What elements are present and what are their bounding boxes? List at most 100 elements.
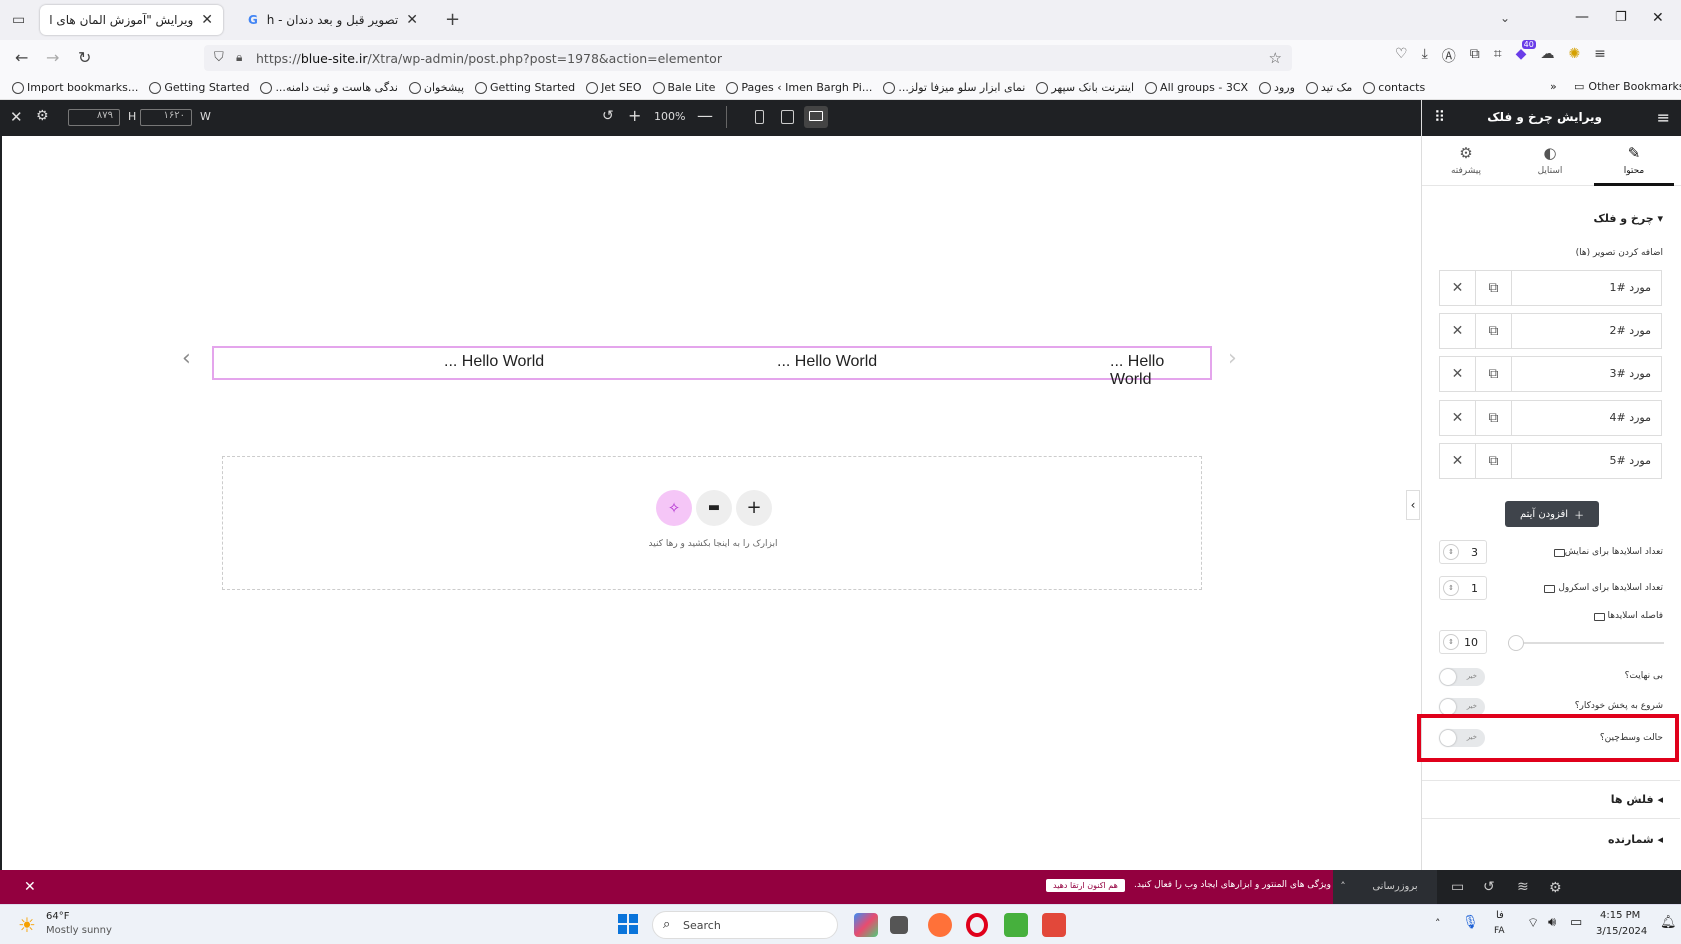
infinite-toggle[interactable]: خیر (1439, 668, 1485, 686)
section-carousel[interactable]: ▾ چرخ و فلک (1593, 212, 1663, 225)
chevron-down-icon[interactable]: ⌄ (1500, 11, 1510, 25)
spacing-slider-handle[interactable] (1508, 635, 1524, 651)
repeater-item[interactable]: ✕ ⧉ مورد #4 (1439, 400, 1662, 436)
copilot-icon[interactable] (854, 913, 878, 937)
tab-search[interactable]: ✕ تصویر قبل و بعد دندان - Search G (238, 5, 428, 35)
tab-style[interactable]: ◐ استایل (1510, 144, 1590, 176)
new-tab-icon[interactable]: + (445, 9, 460, 30)
language-top[interactable]: فا (1496, 910, 1504, 921)
template-folder-icon[interactable]: ▬ (696, 490, 732, 526)
close-editor-icon[interactable]: ✕ (10, 108, 23, 126)
back-icon[interactable]: ← (15, 48, 28, 67)
remove-item-icon[interactable]: ✕ (1440, 314, 1476, 348)
shield-icon[interactable]: ⛉ (214, 50, 224, 65)
repeater-item[interactable]: ✕ ⧉ مورد #5 (1439, 443, 1662, 479)
taskbar-search[interactable]: ⌕ Search (652, 911, 838, 939)
menu-icon[interactable]: ≡ (1594, 46, 1606, 66)
bookmark-item[interactable]: Bale Lite (652, 81, 715, 94)
file-explorer-icon[interactable] (890, 916, 908, 934)
remove-item-icon[interactable]: ✕ (1440, 271, 1476, 305)
spinner-icon[interactable]: ⇕ (1443, 544, 1459, 560)
settings-icon[interactable]: ⚙ (36, 108, 49, 124)
firefox-icon[interactable] (928, 913, 952, 937)
camtasia-icon[interactable] (1004, 913, 1028, 937)
tab-content[interactable]: ✎ محتوا (1594, 144, 1674, 186)
bookmark-item[interactable]: اینترنت بانک سپهر (1036, 81, 1134, 94)
bookmark-item[interactable]: contacts (1363, 81, 1425, 94)
hamburger-menu-icon[interactable]: ≡ (1657, 108, 1670, 127)
tablet-view-icon[interactable] (781, 110, 794, 124)
duplicate-item-icon[interactable]: ⧉ (1476, 314, 1512, 348)
carousel-widget[interactable]: ... Hello World ... Hello World ... Hell… (212, 346, 1212, 388)
ai-sparkle-icon[interactable]: ✧ (656, 490, 692, 526)
microphone-icon[interactable]: 🎙︎ (1462, 915, 1479, 930)
duplicate-item-icon[interactable]: ⧉ (1476, 444, 1512, 478)
reload-icon[interactable]: ↻ (78, 48, 91, 67)
minimize-icon[interactable]: — (1575, 9, 1589, 25)
upgrade-button[interactable]: هم اکنون ارتقا دهید (1046, 879, 1125, 892)
repeater-item[interactable]: ✕ ⧉ مورد #1 (1439, 270, 1662, 306)
width-input[interactable]: ۱۶۲۰ (140, 109, 192, 126)
section-arrows[interactable]: ◂ فلش ها (1611, 793, 1663, 806)
address-bar[interactable]: ⛉ 🔒︎ https://blue-site.ir/Xtra/wp-admin/… (204, 45, 1292, 71)
duplicate-item-icon[interactable]: ⧉ (1476, 401, 1512, 435)
tab-elementor-edit[interactable]: ✕ ویرایش "آموزش المان های اکسترا – ا (40, 5, 223, 35)
duplicate-item-icon[interactable]: ⧉ (1476, 271, 1512, 305)
reset-zoom-icon[interactable]: ↺ (602, 108, 614, 124)
spacing-input[interactable]: ⇕ 10 (1439, 630, 1487, 654)
repeater-item[interactable]: ✕ ⧉ مورد #3 (1439, 356, 1662, 392)
close-tab-icon[interactable]: ✕ (406, 12, 418, 28)
empty-section-dropzone[interactable]: ✧ ▬ + ابزارک را به اینجا بکشید و رها کنی… (222, 456, 1202, 590)
close-window-icon[interactable]: ✕ (1652, 10, 1664, 26)
zoom-out-icon[interactable]: — (697, 106, 713, 125)
add-item-button[interactable]: ＋ افزودن آیتم (1505, 501, 1599, 527)
responsive-monitor-icon[interactable] (1544, 585, 1555, 593)
weather-sun-icon[interactable]: ☀ (18, 913, 36, 937)
history-icon[interactable]: ↺ (1483, 879, 1495, 895)
slides-to-show-input[interactable]: ⇕ 3 (1439, 540, 1487, 564)
restore-icon[interactable]: ❐ (1615, 10, 1627, 25)
bookmark-item[interactable]: Getting Started (475, 81, 575, 94)
bookmark-item[interactable]: Pages ‹ Imen Bargh Pi... (726, 81, 872, 94)
remove-item-icon[interactable]: ✕ (1440, 444, 1476, 478)
account-icon[interactable]: Ⓐ (1442, 46, 1456, 66)
pocket-icon[interactable]: ♡ (1395, 46, 1408, 66)
layers-icon[interactable]: ≋ (1517, 879, 1529, 895)
carousel-next-arrow-icon[interactable]: › (1228, 346, 1237, 371)
update-button[interactable]: بروزرسانی (1353, 870, 1437, 904)
bookmark-item[interactable]: All groups - 3CX (1145, 81, 1248, 94)
collapse-panel-icon[interactable]: › (1406, 490, 1420, 520)
responsive-mode-icon[interactable]: ▭ (1451, 879, 1464, 895)
section-dots[interactable]: ◂ شمارنده (1608, 833, 1663, 846)
bookmark-item[interactable]: Getting Started (149, 81, 249, 94)
bookmark-item[interactable]: ...نمای ابزار سلو میزفا تولز (883, 81, 1025, 94)
lock-icon[interactable]: 🔒︎ (236, 50, 242, 65)
repeater-item[interactable]: ✕ ⧉ مورد #2 (1439, 313, 1662, 349)
spinner-icon[interactable]: ⇕ (1443, 634, 1459, 650)
update-options-chevron-icon[interactable]: ˄ (1333, 870, 1353, 904)
carousel-prev-arrow-icon[interactable]: ‹ (182, 346, 191, 371)
tab-advanced[interactable]: ⚙ پیشرفته (1426, 144, 1506, 176)
spinner-icon[interactable]: ⇕ (1443, 580, 1459, 596)
responsive-monitor-icon[interactable] (1554, 549, 1565, 557)
slides-to-scroll-input[interactable]: ⇕ 1 (1439, 576, 1487, 600)
remove-item-icon[interactable]: ✕ (1440, 357, 1476, 391)
bookmark-item[interactable]: Jet SEO (586, 81, 642, 94)
windows-start-icon[interactable] (618, 914, 638, 934)
extension-icon[interactable]: ⧉ (1470, 46, 1480, 66)
bookmarks-overflow-icon[interactable]: » (1550, 80, 1557, 93)
desktop-view-button[interactable] (804, 106, 828, 128)
bookmark-star-icon[interactable]: ☆ (1269, 49, 1282, 67)
extension-badge-icon[interactable]: ◆ 40 (1516, 40, 1536, 66)
bookmark-item[interactable]: پیشخوان (408, 81, 464, 94)
vpn-icon[interactable]: ☁ (1540, 46, 1554, 66)
crop-icon[interactable]: ⌗ (1494, 46, 1502, 66)
downloads-icon[interactable]: ⤓ (1422, 46, 1428, 66)
add-section-icon[interactable]: + (736, 490, 772, 526)
other-bookmarks[interactable]: ▭ Other Bookmarks (1574, 80, 1681, 93)
remove-item-icon[interactable]: ✕ (1440, 401, 1476, 435)
close-notice-icon[interactable]: ✕ (24, 879, 36, 895)
notifications-icon[interactable]: 🔔︎ (1660, 915, 1677, 930)
settings-extension-icon[interactable]: ✺ (1568, 46, 1580, 66)
widgets-grid-icon[interactable]: ⠿ (1434, 108, 1445, 126)
